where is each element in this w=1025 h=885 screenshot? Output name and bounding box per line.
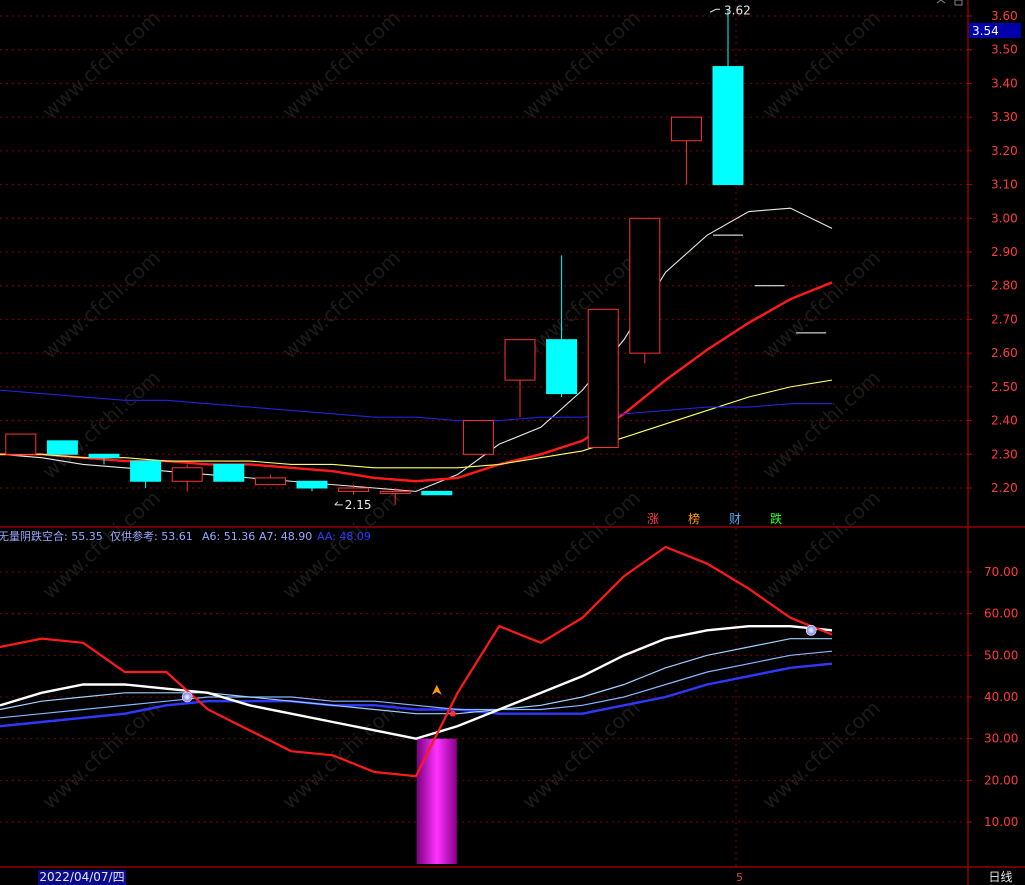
price-tick-label: 3.00 <box>991 211 1018 225</box>
watermark-text: www.cfchi.com <box>277 246 404 364</box>
candle-body <box>504 339 536 381</box>
indicator-signals <box>181 625 817 717</box>
price-tick-label: 3.50 <box>991 43 1018 57</box>
window-controls <box>936 0 963 6</box>
indicator-tick-label: 50.00 <box>984 648 1018 662</box>
low-price-label: 2.15 <box>345 498 372 512</box>
high-price-marker: 3.62 <box>709 3 751 17</box>
legend-ref: 仅供参考: 53.61 <box>110 529 193 543</box>
legend-aa: AA: 48.09 <box>317 530 371 543</box>
indicator-legend: 无量阴跌空合: 55.35 仅供参考: 53.61 A6: 51.36 A7: … <box>0 529 371 543</box>
watermark-text: www.cfchi.com <box>277 696 404 814</box>
candle-body <box>88 453 120 459</box>
watermark-text: www.cfchi.com <box>37 696 164 814</box>
candle-body <box>213 463 245 482</box>
price-tick-label: 3.30 <box>991 110 1018 124</box>
info-badges: 涨 榜 财 跌 <box>647 511 782 526</box>
indicator-tick-label: 30.00 <box>984 732 1018 746</box>
candle-body <box>670 116 702 142</box>
moving-average-lines <box>0 207 833 492</box>
price-axis-ticks: 3.60 3.50 3.40 3.30 3.20 3.10 3.00 2.90 2.80 2.70… <box>968 9 1018 495</box>
legend-a6: A6: 51.36 <box>202 530 255 543</box>
price-tick-label: 3.20 <box>991 144 1018 158</box>
price-tick-label: 2.50 <box>991 380 1018 394</box>
signal-dot-icon <box>805 625 817 636</box>
price-tick-label: 3.60 <box>991 9 1018 23</box>
candle-body <box>338 487 370 492</box>
price-tick-label: 2.30 <box>991 447 1018 461</box>
buy-arrow-icon <box>431 684 442 695</box>
indicator-tick-label: 10.00 <box>984 815 1018 829</box>
price-tick-label: 2.20 <box>991 481 1018 495</box>
price-tick-label: 2.40 <box>991 414 1018 428</box>
status-date: 2022/04/07/四 <box>38 870 126 885</box>
watermark-text: www.cfchi.com <box>517 6 644 124</box>
high-price-label: 3.62 <box>724 3 751 17</box>
price-tick-label: 2.70 <box>991 312 1018 326</box>
cross-signal-icon <box>449 710 456 717</box>
indicator-bar <box>416 738 457 864</box>
badge-rise[interactable]: 涨 <box>647 511 659 526</box>
candle-body <box>421 490 453 496</box>
collapse-icon[interactable] <box>936 0 946 4</box>
price-tick-label: 3.10 <box>991 178 1018 192</box>
candle-body <box>629 217 661 354</box>
price-tick-label: 2.90 <box>991 245 1018 259</box>
watermark-text: www.cfchi.com <box>37 6 164 124</box>
low-price-marker: 2.15 <box>334 498 372 512</box>
candle-body <box>46 440 78 455</box>
candle-body <box>254 477 286 486</box>
indicator-tick-label: 20.00 <box>984 773 1018 787</box>
watermark-text: www.cfchi.com <box>517 246 644 364</box>
candle-body <box>587 308 619 449</box>
ma-line-red <box>0 281 833 483</box>
watermark-text: www.cfchi.com <box>37 486 164 604</box>
price-tick-label: 2.60 <box>991 346 1018 360</box>
candle-body <box>171 467 203 482</box>
candle-body <box>462 420 494 455</box>
axes <box>0 0 1025 885</box>
indicator-line <box>0 638 832 715</box>
period-button[interactable]: 日线 <box>976 870 1025 885</box>
watermark-text: www.cfchi.com <box>757 246 884 364</box>
candle-body <box>712 66 744 186</box>
legend-main: 无量阴跌空合: 55.35 <box>0 529 103 543</box>
watermark-text: www.cfchi.com <box>757 366 884 484</box>
indicator-tick-label: 40.00 <box>984 690 1018 704</box>
legend-a7: A7: 48.90 <box>259 530 312 543</box>
badge-fall[interactable]: 跌 <box>770 511 782 526</box>
badge-finance[interactable]: 财 <box>729 512 741 526</box>
price-tick-label: 3.40 <box>991 76 1018 90</box>
watermark-text: www.cfchi.com <box>277 6 404 124</box>
watermark-text: www.cfchi.com <box>757 6 884 124</box>
restore-icon[interactable] <box>954 0 963 6</box>
price-tick-label: 2.80 <box>991 279 1018 293</box>
candle-body <box>130 460 162 482</box>
badge-rank[interactable]: 榜 <box>688 511 700 526</box>
candle-body <box>379 490 411 494</box>
indicator-tick-label: 60.00 <box>984 607 1018 621</box>
indicator-axis-ticks: 70.00 60.00 50.00 40.00 30.00 20.00 10.00 <box>968 565 1018 829</box>
watermark-text: www.cfchi.com <box>757 486 884 604</box>
signal-dot-icon <box>181 691 193 703</box>
watermark-text: www.cfchi.com <box>517 486 644 604</box>
watermark-text: www.cfchi.com <box>37 246 164 364</box>
chart-canvas: www.cfchi.com www.cfchi.com www.cfchi.com w… <box>0 0 1025 885</box>
status-mark: 5 <box>736 871 743 884</box>
candle-body <box>5 433 37 455</box>
magenta-volume-bar <box>416 738 457 864</box>
candle-body <box>546 339 578 395</box>
candlesticks <box>5 9 744 505</box>
candle-body <box>296 480 328 489</box>
indicator-tick-label: 70.00 <box>984 565 1018 579</box>
watermark-text: www.cfchi.com <box>757 696 884 814</box>
current-price-label: 3.54 <box>972 24 999 38</box>
watermark-text: www.cfchi.com <box>277 486 404 604</box>
